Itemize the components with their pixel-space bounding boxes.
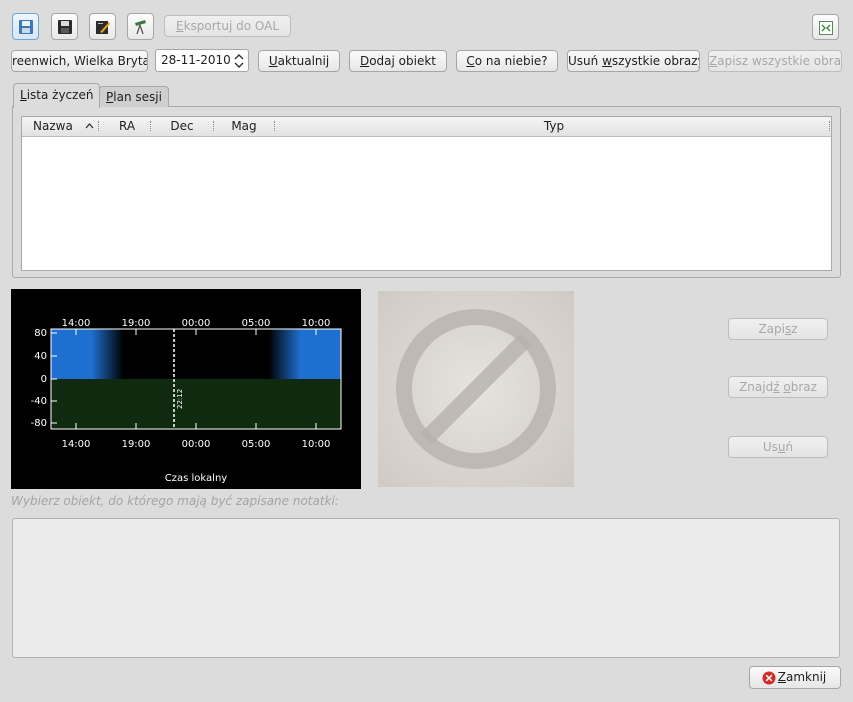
y-tick-label: -40 [31,396,47,407]
notes-textarea[interactable] [12,518,840,658]
column-separator[interactable] [213,121,214,131]
open-wishlist-button[interactable] [12,13,39,40]
y-tick-label: 40 [34,351,47,362]
expand-view-button[interactable] [812,14,839,40]
x-axis-label: Czas lokalny [165,473,228,484]
save-all-images-button[interactable]: Zapisz wszystkie obrazy [708,50,842,72]
column-separator[interactable] [150,121,151,131]
expand-icon [819,21,833,35]
column-separator[interactable] [98,121,99,131]
close-circle-icon [762,671,776,685]
bottom-tick-label: 00:00 [182,439,211,450]
floppy-open-icon [19,20,33,34]
pencil-chart-icon [96,21,110,34]
date-value: 28-11-2010 [161,53,231,67]
column-separator[interactable] [829,121,830,131]
top-tick-label: 00:00 [182,318,211,329]
delete-image-button[interactable]: Usuń [728,436,828,458]
top-tick-label: 19:00 [122,318,151,329]
y-tick-label: 0 [41,374,47,385]
tab-session-plan[interactable]: Plan sesji [99,86,169,107]
altitude-chart: 22:12 14:00 19:00 00:00 05:00 10:00 14:0… [11,289,361,489]
object-table[interactable]: Nazwa RA Dec Mag Typ [21,116,832,271]
column-header-ra[interactable]: RA [102,117,152,135]
bottom-tick-label: 10:00 [302,439,331,450]
tab-wishlist[interactable]: Lista życzeń [13,83,101,108]
update-button[interactable]: Uaktualnij [258,50,340,72]
column-header-mag[interactable]: Mag [219,117,269,135]
date-spinbox[interactable]: 28-11-2010 [155,49,249,72]
y-tick-label: 80 [34,328,47,339]
close-button[interactable]: Zamknij [749,666,841,689]
whats-up-button[interactable]: Co na niebie? [456,50,558,72]
telescope-icon [135,20,146,35]
save-wishlist-button[interactable] [51,13,78,40]
save-image-button[interactable]: Zapisz [728,318,828,340]
y-tick-label: -80 [31,418,47,429]
no-image-icon [396,309,556,469]
sky-region [51,329,341,379]
ground-region [51,379,341,429]
notes-label: Wybierz obiekt, do którego mają być zapi… [11,494,339,508]
print-finding-chart-button[interactable] [89,13,116,40]
current-time-label: 22:12 [176,389,184,409]
top-tick-label: 05:00 [242,318,271,329]
floppy-save-icon [58,20,72,34]
object-image [378,291,574,487]
remove-all-images-button[interactable]: Usuń wszystkie obrazy [567,50,700,72]
column-header-type[interactable]: Typ [277,117,831,135]
location-button[interactable]: reenwich, Wielka Brytan [11,50,148,72]
bottom-tick-label: 05:00 [242,439,271,450]
column-header-name[interactable]: Nazwa [26,117,101,135]
bottom-tick-label: 19:00 [122,439,151,450]
export-oal-button[interactable]: Eksportuj do OAL [164,15,291,37]
table-header: Nazwa RA Dec Mag Typ [22,117,831,137]
top-tick-label: 10:00 [302,318,331,329]
bottom-tick-label: 14:00 [62,439,91,450]
find-image-button[interactable]: Znajdź obraz [728,376,828,398]
virtual-telescope-button[interactable] [127,13,154,40]
add-object-button[interactable]: Dodaj obiekt [349,50,447,72]
spin-arrows-icon[interactable] [234,53,244,69]
column-separator[interactable] [274,121,275,131]
sort-ascending-icon [85,123,94,129]
column-header-dec[interactable]: Dec [157,117,207,135]
top-tick-label: 14:00 [62,318,91,329]
